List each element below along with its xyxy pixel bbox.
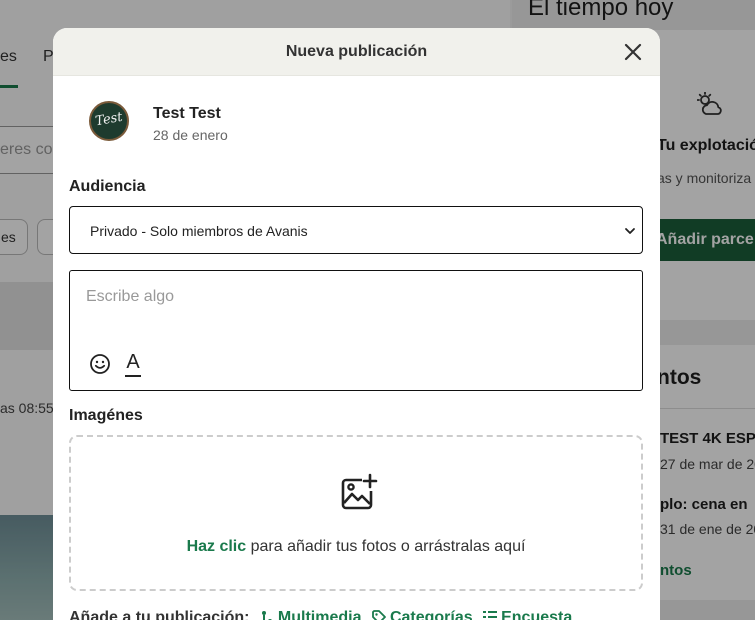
text-format-icon[interactable]: A [123, 351, 143, 377]
audience-label: Audiencia [69, 178, 146, 195]
user-name: Test Test [153, 105, 221, 122]
dropzone-click-link[interactable]: Haz clic [187, 538, 247, 555]
image-dropzone[interactable]: Haz clic para añadir tus fotos o arrástr… [69, 435, 643, 591]
close-icon [624, 43, 642, 61]
text-format-letter: A [126, 351, 140, 373]
images-label: Imagénes [69, 407, 143, 424]
avatar: Test [89, 101, 129, 141]
format-underline [125, 375, 141, 377]
modal-header: Nueva publicación [53, 28, 660, 76]
modal-title: Nueva publicación [285, 43, 428, 60]
audience-selected-value: Privado - Solo miembros de Avanis [90, 223, 308, 239]
categories-label: Categorías [389, 609, 473, 620]
tag-icon [372, 610, 386, 620]
emoji-icon[interactable] [89, 353, 111, 380]
poll-label: Encuesta [501, 609, 573, 620]
categories-option[interactable]: Categorías [372, 609, 473, 620]
dropzone-text: Haz clic para añadir tus fotos o arrástr… [71, 538, 641, 556]
post-date: 28 de enero [153, 127, 228, 143]
multimedia-icon [261, 611, 272, 620]
multimedia-option[interactable]: Multimedia [260, 609, 362, 620]
new-post-modal: Nueva publicación Test Test Test 28 de e… [53, 28, 660, 620]
add-to-post-row: Añade a tu publicación: Multimedia Categ… [69, 609, 572, 620]
close-button[interactable] [621, 40, 645, 64]
audience-select[interactable]: Privado - Solo miembros de Avanis [69, 206, 643, 254]
multimedia-label: Multimedia [277, 609, 362, 620]
avatar-text: Test [94, 109, 124, 130]
post-text-placeholder: Escribe algo [86, 288, 175, 305]
add-image-icon [338, 473, 378, 518]
poll-option[interactable]: Encuesta [483, 609, 572, 620]
list-icon [483, 611, 498, 618]
chevron-down-icon [624, 224, 636, 242]
add-to-post-label: Añade a tu publicación: [69, 609, 250, 620]
post-text-input[interactable]: Escribe algo A [69, 270, 643, 391]
dropzone-instruction: para añadir tus fotos o arrástralas aquí [246, 538, 526, 555]
